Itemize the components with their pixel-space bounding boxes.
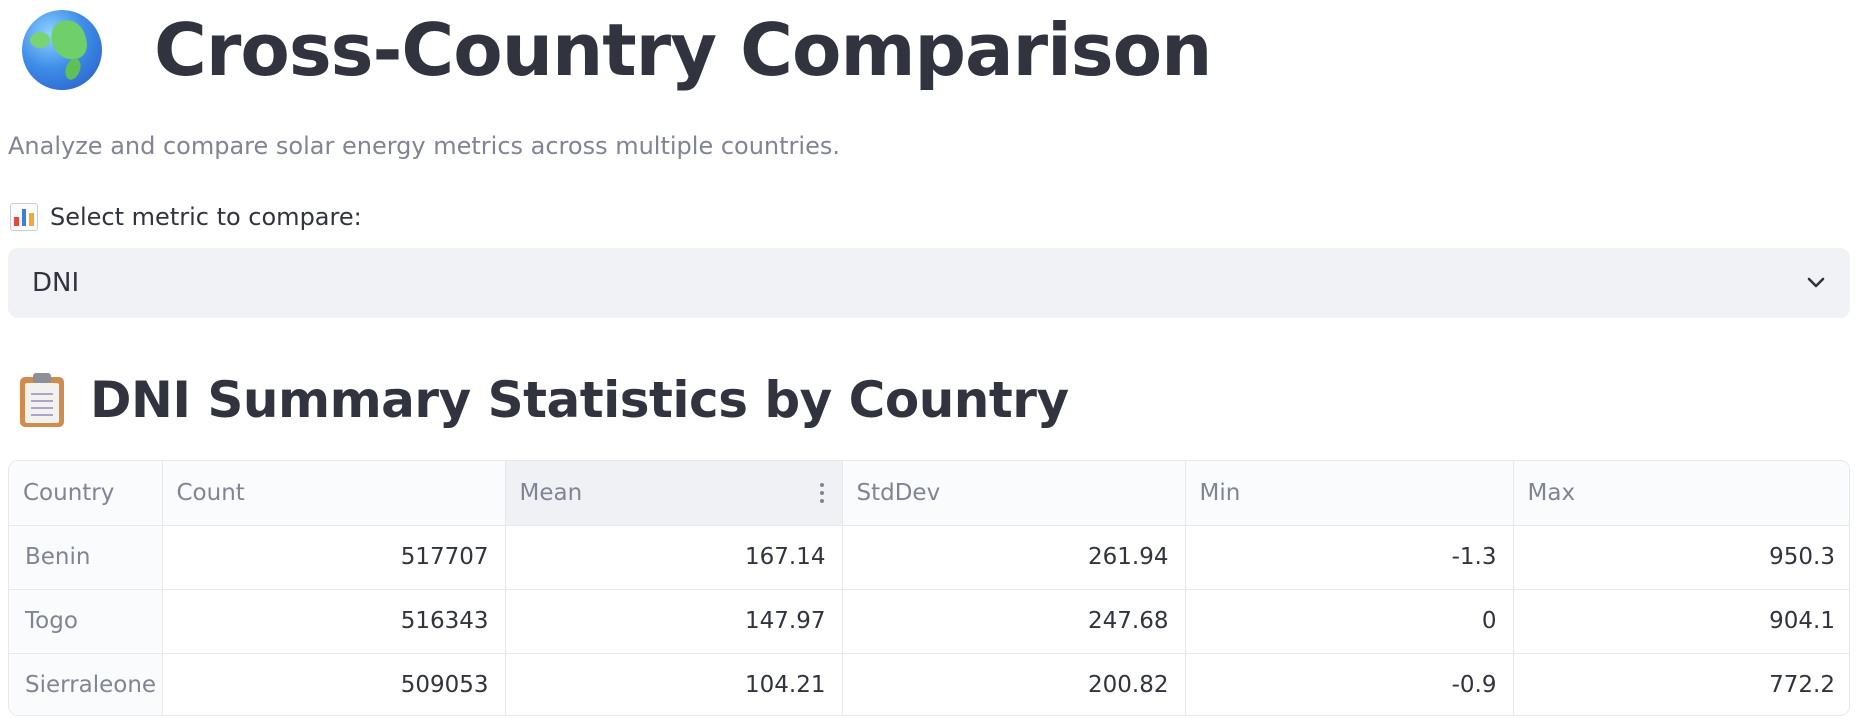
cell-count[interactable]: 509053 [162,653,506,715]
cell-stddev[interactable]: 200.82 [842,653,1186,715]
column-header-mean[interactable]: Mean [505,461,843,526]
column-header-min[interactable]: Min [1185,461,1514,526]
section-title: DNI Summary Statistics by Country [90,371,1069,429]
cell-max[interactable]: 950.3 [1513,525,1849,590]
cell-country[interactable]: Togo [9,589,163,654]
table-row: Benin 517707 167.14 261.94 -1.3 950.3 [9,525,1849,590]
cell-stddev[interactable]: 247.68 [842,589,1186,654]
bar-chart-icon [10,203,38,231]
cell-max[interactable]: 772.2 [1513,653,1849,715]
cell-country[interactable]: Benin [9,525,163,590]
summary-table[interactable]: Country Count Mean StdDev Min Max Benin … [8,460,1850,716]
table-header-row: Country Count Mean StdDev Min Max [9,461,1849,526]
column-menu-icon[interactable] [818,482,826,503]
metric-select-label-text: Select metric to compare: [50,203,362,231]
clipboard-icon [20,373,64,427]
table-row: Sierraleone 509053 104.21 200.82 -0.9 77… [9,653,1849,715]
page-subtitle: Analyze and compare solar energy metrics… [8,132,840,160]
page-title: Cross-Country Comparison [154,8,1212,92]
cell-min[interactable]: -0.9 [1185,653,1514,715]
cell-min[interactable]: 0 [1185,589,1514,654]
cell-min[interactable]: -1.3 [1185,525,1514,590]
chevron-down-icon[interactable] [1806,273,1826,293]
metric-select-value: DNI [32,268,80,298]
cell-max[interactable]: 904.1 [1513,589,1849,654]
section-header: DNI Summary Statistics by Country [20,370,1069,430]
table-row: Togo 516343 147.97 247.68 0 904.1 [9,589,1849,654]
page: Cross-Country Comparison Analyze and com… [0,0,1856,719]
cell-stddev[interactable]: 261.94 [842,525,1186,590]
column-header-mean-label: Mean [519,479,583,506]
column-header-max[interactable]: Max [1513,461,1849,526]
cell-mean[interactable]: 147.97 [505,589,843,654]
metric-select-label: Select metric to compare: [10,203,362,231]
title-row: Cross-Country Comparison [22,0,1212,100]
cell-mean[interactable]: 104.21 [505,653,843,715]
cell-count[interactable]: 517707 [162,525,506,590]
globe-icon [22,10,102,90]
cell-country[interactable]: Sierraleone [9,653,163,715]
cell-mean[interactable]: 167.14 [505,525,843,590]
column-header-count[interactable]: Count [162,461,506,526]
column-header-country[interactable]: Country [9,461,163,526]
cell-count[interactable]: 516343 [162,589,506,654]
column-header-stddev[interactable]: StdDev [842,461,1186,526]
metric-select[interactable]: DNI [8,248,1850,318]
